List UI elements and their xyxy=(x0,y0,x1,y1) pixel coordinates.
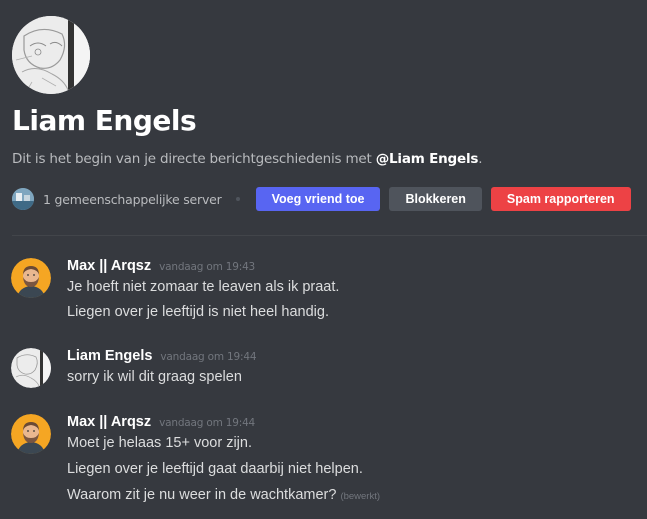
mutual-servers-link[interactable]: 1 gemeenschappelijke server xyxy=(43,192,222,207)
server-image xyxy=(12,188,34,210)
message-text: sorry ik wil dit graag spelen xyxy=(67,369,242,385)
message-text: Liegen over je leeftijd gaat daarbij nie… xyxy=(67,461,363,477)
message-author[interactable]: Liam Engels xyxy=(67,348,152,364)
message-header: Liam Engels vandaag om 19:44 xyxy=(67,345,257,364)
message-timestamp: vandaag om 19:44 xyxy=(159,417,256,429)
separator-dot xyxy=(235,197,240,201)
message-avatar[interactable] xyxy=(11,258,51,298)
message-timestamp: vandaag om 19:44 xyxy=(160,351,257,363)
profile-name: Liam Engels xyxy=(12,104,197,137)
message-avatar[interactable] xyxy=(11,348,51,388)
message-text: Moet je helaas 15+ voor zijn. xyxy=(67,435,252,451)
message-text: Liegen over je leeftijd is niet heel han… xyxy=(67,304,329,320)
message-timestamp: vandaag om 19:43 xyxy=(159,261,256,273)
message-header: Max || Arqsz vandaag om 19:43 xyxy=(67,255,255,274)
server-icon[interactable] xyxy=(12,188,34,210)
message-author[interactable]: Max || Arqsz xyxy=(67,258,151,274)
user-mention[interactable]: @Liam Engels xyxy=(376,151,479,167)
message-header: Max || Arqsz vandaag om 19:44 xyxy=(67,411,255,430)
message-text: Je hoeft niet zomaar te leaven als ik pr… xyxy=(67,279,340,295)
sketch-avatar-icon xyxy=(11,348,51,388)
dm-channel: Liam Engels Dit is het begin van je dire… xyxy=(0,0,647,519)
message-avatar[interactable] xyxy=(11,414,51,454)
divider xyxy=(12,235,647,236)
block-button[interactable]: Blokkeren xyxy=(389,187,482,211)
profile-actions: 1 gemeenschappelijke server Voeg vriend … xyxy=(12,187,640,211)
report-spam-button[interactable]: Spam rapporteren xyxy=(490,187,631,211)
bearded-man-avatar-icon xyxy=(11,414,51,454)
bearded-man-avatar-icon xyxy=(11,258,51,298)
profile-avatar[interactable] xyxy=(12,16,90,94)
intro-text: Dit is het begin van je directe berichtg… xyxy=(12,151,376,167)
add-friend-button[interactable]: Voeg vriend toe xyxy=(255,187,381,211)
message-text: Waarom zit je nu weer in de wachtkamer? xyxy=(67,487,337,503)
message-text-edited: Waarom zit je nu weer in de wachtkamer?(… xyxy=(67,487,380,503)
edited-label: (bewerkt) xyxy=(340,491,381,502)
conversation-intro: Dit is het begin van je directe berichtg… xyxy=(12,151,483,167)
sketch-avatar-image xyxy=(12,16,90,94)
intro-suffix: . xyxy=(478,151,483,167)
message-author[interactable]: Max || Arqsz xyxy=(67,414,151,430)
